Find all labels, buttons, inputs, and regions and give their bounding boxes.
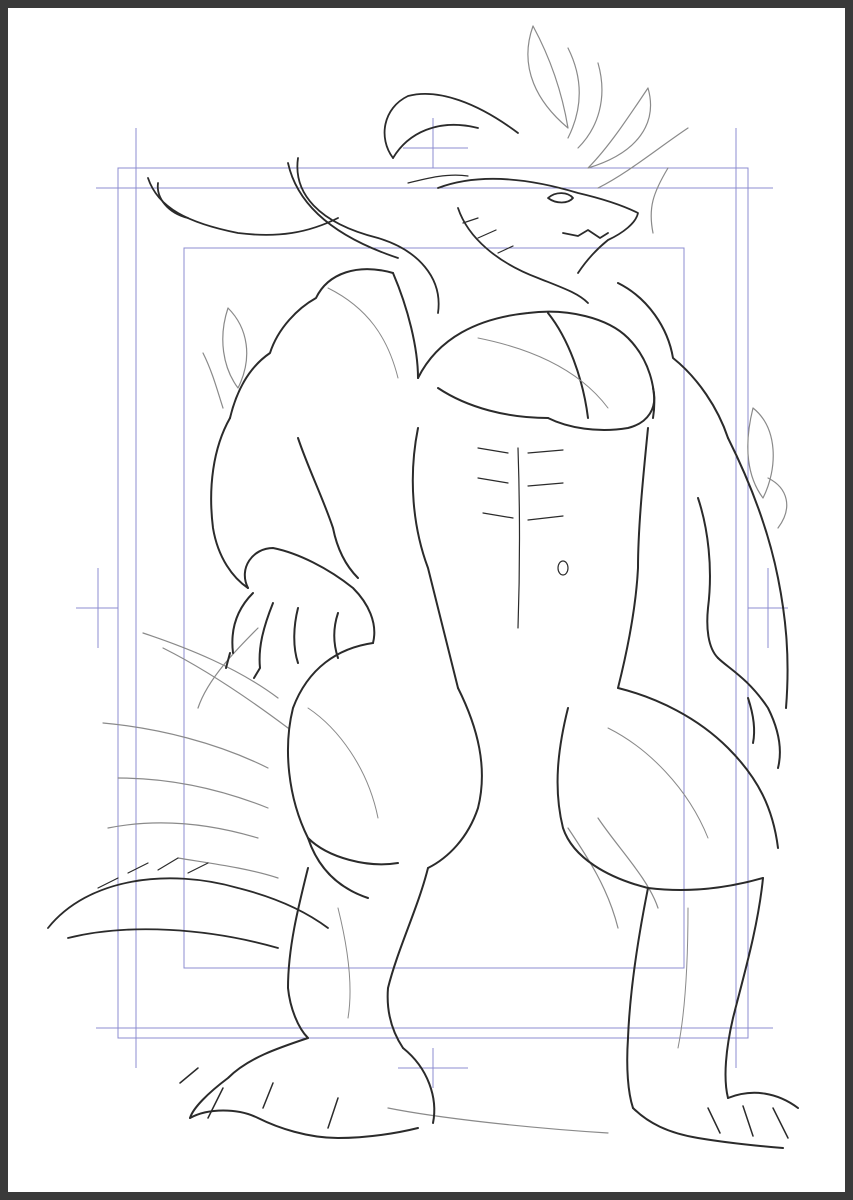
crop-marks (76, 118, 788, 1088)
head-and-horns (147, 92, 639, 314)
tail (47, 857, 329, 949)
dragon-sketch (47, 25, 799, 1149)
construction-lines (307, 287, 709, 1049)
page-frame (0, 0, 853, 1200)
inner-guide-rect (183, 247, 685, 969)
torso (210, 268, 789, 769)
legs (179, 642, 799, 1149)
outer-guide-rect (117, 167, 749, 1039)
print-guides (117, 167, 749, 1039)
drawing-canvas (16, 16, 853, 1200)
